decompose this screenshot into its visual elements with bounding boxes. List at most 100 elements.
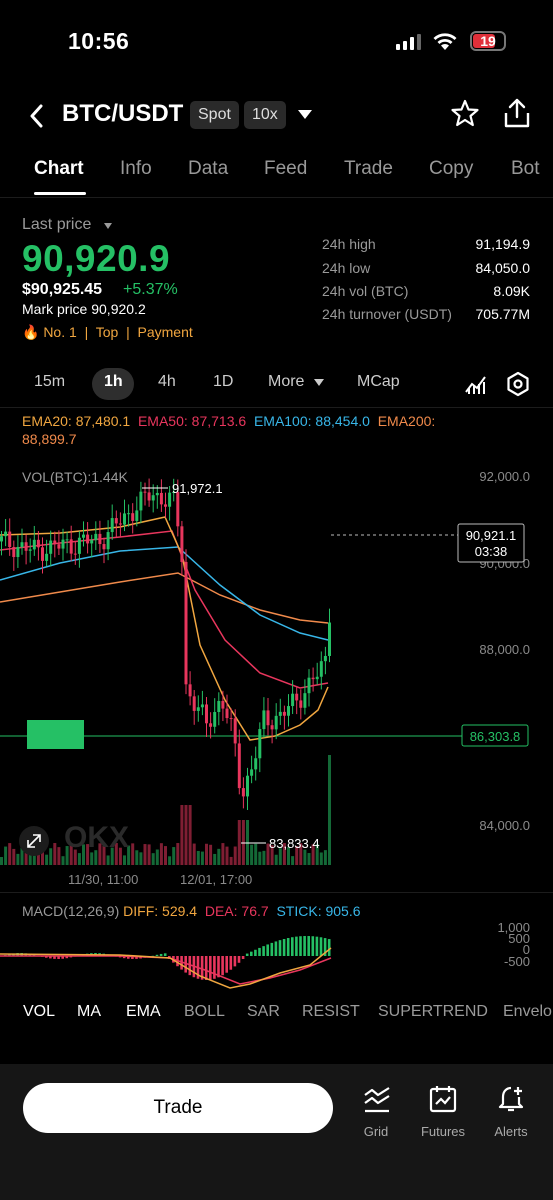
tab-bot[interactable]: Bot (511, 158, 540, 180)
indicator-supertrend[interactable]: SUPERTREND (378, 1003, 488, 1021)
volume-bar (217, 848, 221, 865)
change-percent: +5.37% (123, 281, 178, 298)
tab-feed[interactable]: Feed (264, 158, 307, 180)
expand-icon[interactable] (19, 826, 49, 856)
ranking-tags[interactable]: 🔥 No. 1 | Top | Payment (22, 324, 193, 341)
macd-bar (217, 956, 220, 978)
back-arrow-icon[interactable] (26, 102, 48, 130)
indicator-vol[interactable]: VOL (23, 1003, 55, 1021)
candle-body (65, 539, 69, 541)
futures-label[interactable]: Futures (408, 1124, 478, 1139)
candle-body (32, 539, 36, 550)
volume-bar (196, 850, 200, 865)
macd-bar (225, 956, 228, 973)
volume-bar (155, 849, 159, 865)
candlestick-chart[interactable]: 92,000.0 90,000.0 88,000.0 84,000.0 OKX … (0, 455, 553, 890)
interval-15m[interactable]: 15m (34, 373, 65, 391)
volume-bar (274, 854, 278, 865)
share-icon[interactable] (502, 97, 532, 129)
tab-copy[interactable]: Copy (429, 158, 473, 180)
tab-chart[interactable]: Chart (34, 158, 84, 180)
macd-title: MACD(12,26,9) (22, 903, 120, 919)
candle-body (241, 788, 245, 797)
futures-icon[interactable] (428, 1084, 458, 1114)
position-marker (27, 720, 84, 749)
ema50-legend: EMA50: 87,713.6 (137, 413, 247, 429)
candle-body (229, 718, 233, 720)
volume-bar (53, 843, 57, 865)
candle-body (213, 712, 217, 727)
indicator-ma[interactable]: MA (77, 1003, 101, 1021)
settings-hexagon-icon[interactable] (505, 371, 531, 397)
tab-data[interactable]: Data (188, 158, 228, 180)
macd-bar (319, 937, 323, 956)
candle-body (139, 491, 143, 511)
candle-body (8, 531, 12, 548)
volume-bar (323, 850, 327, 865)
macd-dea: DEA: 76.7 (204, 903, 269, 919)
ema200-line (0, 572, 329, 624)
y-tick-92000: 92,000.0 (479, 469, 530, 484)
indicator-boll[interactable]: BOLL (184, 1003, 225, 1021)
indicator-resist[interactable]: RESIST (302, 1003, 360, 1021)
volume-bar (0, 857, 3, 865)
macd-bar (233, 956, 237, 967)
candle-body (98, 533, 102, 545)
volume-bar (205, 843, 208, 865)
macd-legend: MACD(12,26,9) DIFF: 529.4 DEA: 76.7 STIC… (22, 903, 361, 919)
macd-bar (258, 947, 261, 956)
candle-body (278, 711, 282, 716)
macd-diff: DIFF: 529.4 (123, 903, 198, 919)
divider (0, 892, 553, 893)
battery-level-text: 19 (480, 33, 496, 49)
candle-body (209, 723, 213, 727)
y-tick-84000: 84,000.0 (479, 818, 530, 833)
candle-body (53, 540, 57, 545)
macd-bar (229, 956, 233, 970)
interval-more[interactable]: More (268, 373, 304, 391)
alerts-label[interactable]: Alerts (476, 1124, 546, 1139)
macd-chart[interactable]: 1,000 500 0 -500 (0, 918, 553, 990)
volume-bar (106, 855, 110, 865)
volume-bar (49, 848, 53, 865)
battery-icon: 19 (470, 31, 506, 51)
indicator-sar[interactable]: SAR (247, 1003, 280, 1021)
volume-bar (262, 850, 266, 865)
grid-label[interactable]: Grid (341, 1124, 411, 1139)
last-price-label[interactable]: Last price (22, 216, 91, 234)
stat-value-24h-high: 91,194.9 (475, 236, 531, 252)
spot-badge: Spot (190, 101, 239, 129)
candle-body (86, 534, 90, 544)
favorite-star-icon[interactable] (450, 98, 480, 128)
candle-body (0, 536, 3, 542)
volume-bar (225, 846, 229, 865)
grid-bot-icon[interactable] (362, 1085, 392, 1115)
volume-bar (254, 843, 258, 865)
interval-mcap[interactable]: MCap (357, 373, 400, 391)
pair-dropdown-icon[interactable] (298, 110, 312, 119)
tab-info[interactable]: Info (120, 158, 152, 180)
indicator-envelope[interactable]: Envelo (503, 1003, 552, 1021)
interval-1h[interactable]: 1h (104, 373, 123, 391)
trade-button[interactable]: Trade (23, 1083, 333, 1133)
ema50-line (0, 530, 329, 689)
candle-body (295, 693, 299, 701)
stat-label-24h-low: 24h low (322, 260, 371, 276)
candle-body (45, 553, 49, 561)
macd-bar (163, 953, 167, 956)
indicator-ema[interactable]: EMA (126, 1003, 161, 1021)
alerts-bell-icon[interactable] (496, 1084, 526, 1114)
candle-body (200, 704, 204, 708)
trading-pair-title[interactable]: BTC/USDT (62, 100, 183, 128)
more-dropdown-icon[interactable] (314, 379, 324, 386)
last-price-dropdown-icon[interactable] (104, 223, 112, 229)
tab-trade[interactable]: Trade (344, 158, 393, 180)
interval-4h[interactable]: 4h (158, 373, 176, 391)
candle-body (168, 492, 172, 507)
indicator-chart-icon[interactable] (464, 372, 488, 396)
candle-body (307, 677, 311, 694)
macd-bar (209, 956, 212, 980)
stat-value-24h-turnover: 705.77M (475, 306, 530, 322)
high-annotation: 91,972.1 (172, 481, 223, 496)
interval-1d[interactable]: 1D (213, 373, 233, 391)
